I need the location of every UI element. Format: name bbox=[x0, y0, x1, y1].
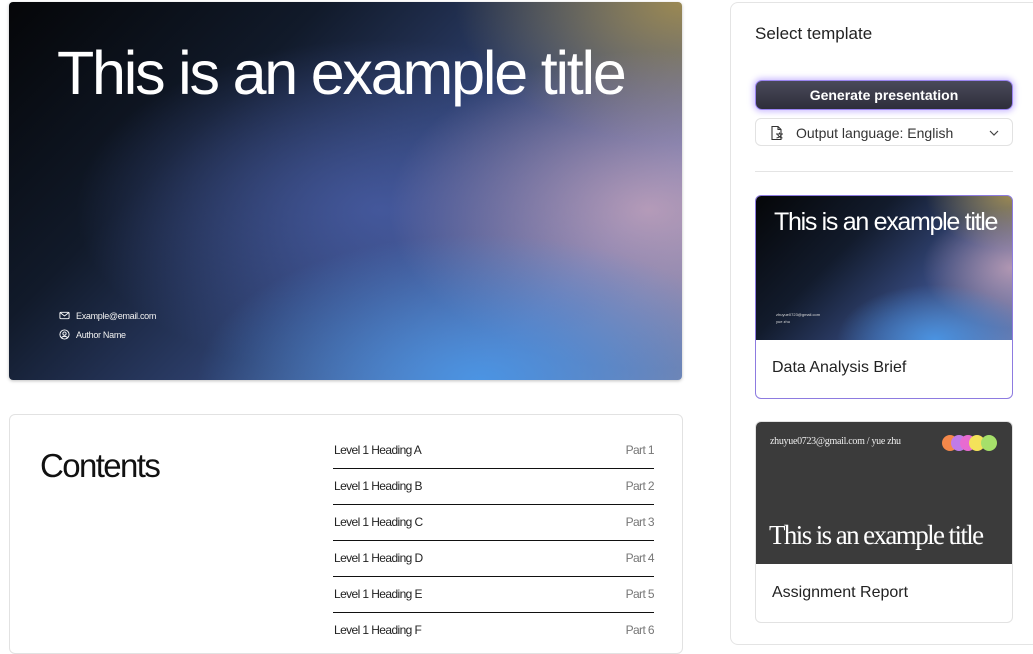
toc-part: Part 3 bbox=[625, 515, 655, 529]
slide-author: Author Name bbox=[59, 329, 126, 340]
toc-part: Part 2 bbox=[625, 479, 655, 493]
toc-part: Part 5 bbox=[625, 587, 655, 601]
template-card-assignment-report[interactable]: zhuyue0723@gmail.com / yue zhu This is a… bbox=[755, 421, 1013, 623]
thumbnail-author: yue zhu bbox=[776, 319, 791, 324]
title-slide-preview: This is an example title Example@email.c… bbox=[9, 2, 682, 380]
thumbnail-meta: zhuyue0723@gmail.com / yue zhu bbox=[770, 436, 901, 447]
template-name: Data Analysis Brief bbox=[772, 359, 907, 376]
user-circle-icon bbox=[59, 329, 70, 340]
slide-author-text: Author Name bbox=[76, 329, 126, 340]
output-language-select[interactable]: Output language: English bbox=[755, 118, 1013, 146]
toc-label: Level 1 Heading C bbox=[334, 515, 423, 529]
toc-label: Level 1 Heading A bbox=[334, 443, 422, 457]
template-name: Assignment Report bbox=[772, 584, 909, 601]
toc-row: Level 1 Heading D Part 4 bbox=[333, 541, 655, 577]
color-dot bbox=[981, 435, 997, 451]
thumbnail-title: This is an example title bbox=[774, 208, 998, 236]
contents-heading: Contents bbox=[40, 447, 161, 484]
toc-label: Level 1 Heading B bbox=[334, 479, 422, 493]
contents-slide-preview: Contents Level 1 Heading A Part 1 Level … bbox=[9, 414, 683, 654]
toc-part: Part 4 bbox=[625, 551, 655, 565]
toc-part: Part 1 bbox=[625, 443, 655, 457]
template-thumbnail: zhuyue0723@gmail.com / yue zhu This is a… bbox=[756, 422, 1012, 564]
mail-icon bbox=[59, 311, 70, 320]
toc-row: Level 1 Heading E Part 5 bbox=[333, 577, 655, 613]
toc-row: Level 1 Heading A Part 1 bbox=[333, 433, 655, 469]
toc-part: Part 6 bbox=[625, 623, 655, 637]
toc-row: Level 1 Heading F Part 6 bbox=[333, 613, 655, 649]
thumbnail-email: zhuyue0723@gmail.com bbox=[776, 312, 821, 317]
toc-label: Level 1 Heading E bbox=[334, 587, 422, 601]
thumbnail-title: This is an example title bbox=[769, 520, 984, 550]
template-thumbnail: This is an example title zhuyue0723@gmai… bbox=[756, 196, 1012, 340]
slide-email: Example@email.com bbox=[59, 310, 156, 321]
template-card-data-analysis-brief[interactable]: This is an example title zhuyue0723@gmai… bbox=[755, 195, 1013, 399]
document-translate-icon bbox=[771, 125, 783, 141]
slide-email-text: Example@email.com bbox=[76, 310, 157, 321]
template-panel: Select template Generate presentation Ou… bbox=[730, 2, 1033, 645]
toc-label: Level 1 Heading F bbox=[334, 623, 422, 637]
chevron-down-icon bbox=[989, 130, 999, 136]
output-language-label: Output language: English bbox=[796, 125, 954, 141]
slide-title: This is an example title bbox=[57, 39, 627, 107]
panel-divider bbox=[755, 171, 1013, 172]
panel-title: Select template bbox=[755, 24, 873, 43]
toc-label: Level 1 Heading D bbox=[334, 551, 423, 565]
toc-row: Level 1 Heading B Part 2 bbox=[333, 469, 655, 505]
toc-row: Level 1 Heading C Part 3 bbox=[333, 505, 655, 541]
generate-presentation-button[interactable]: Generate presentation bbox=[755, 80, 1013, 110]
